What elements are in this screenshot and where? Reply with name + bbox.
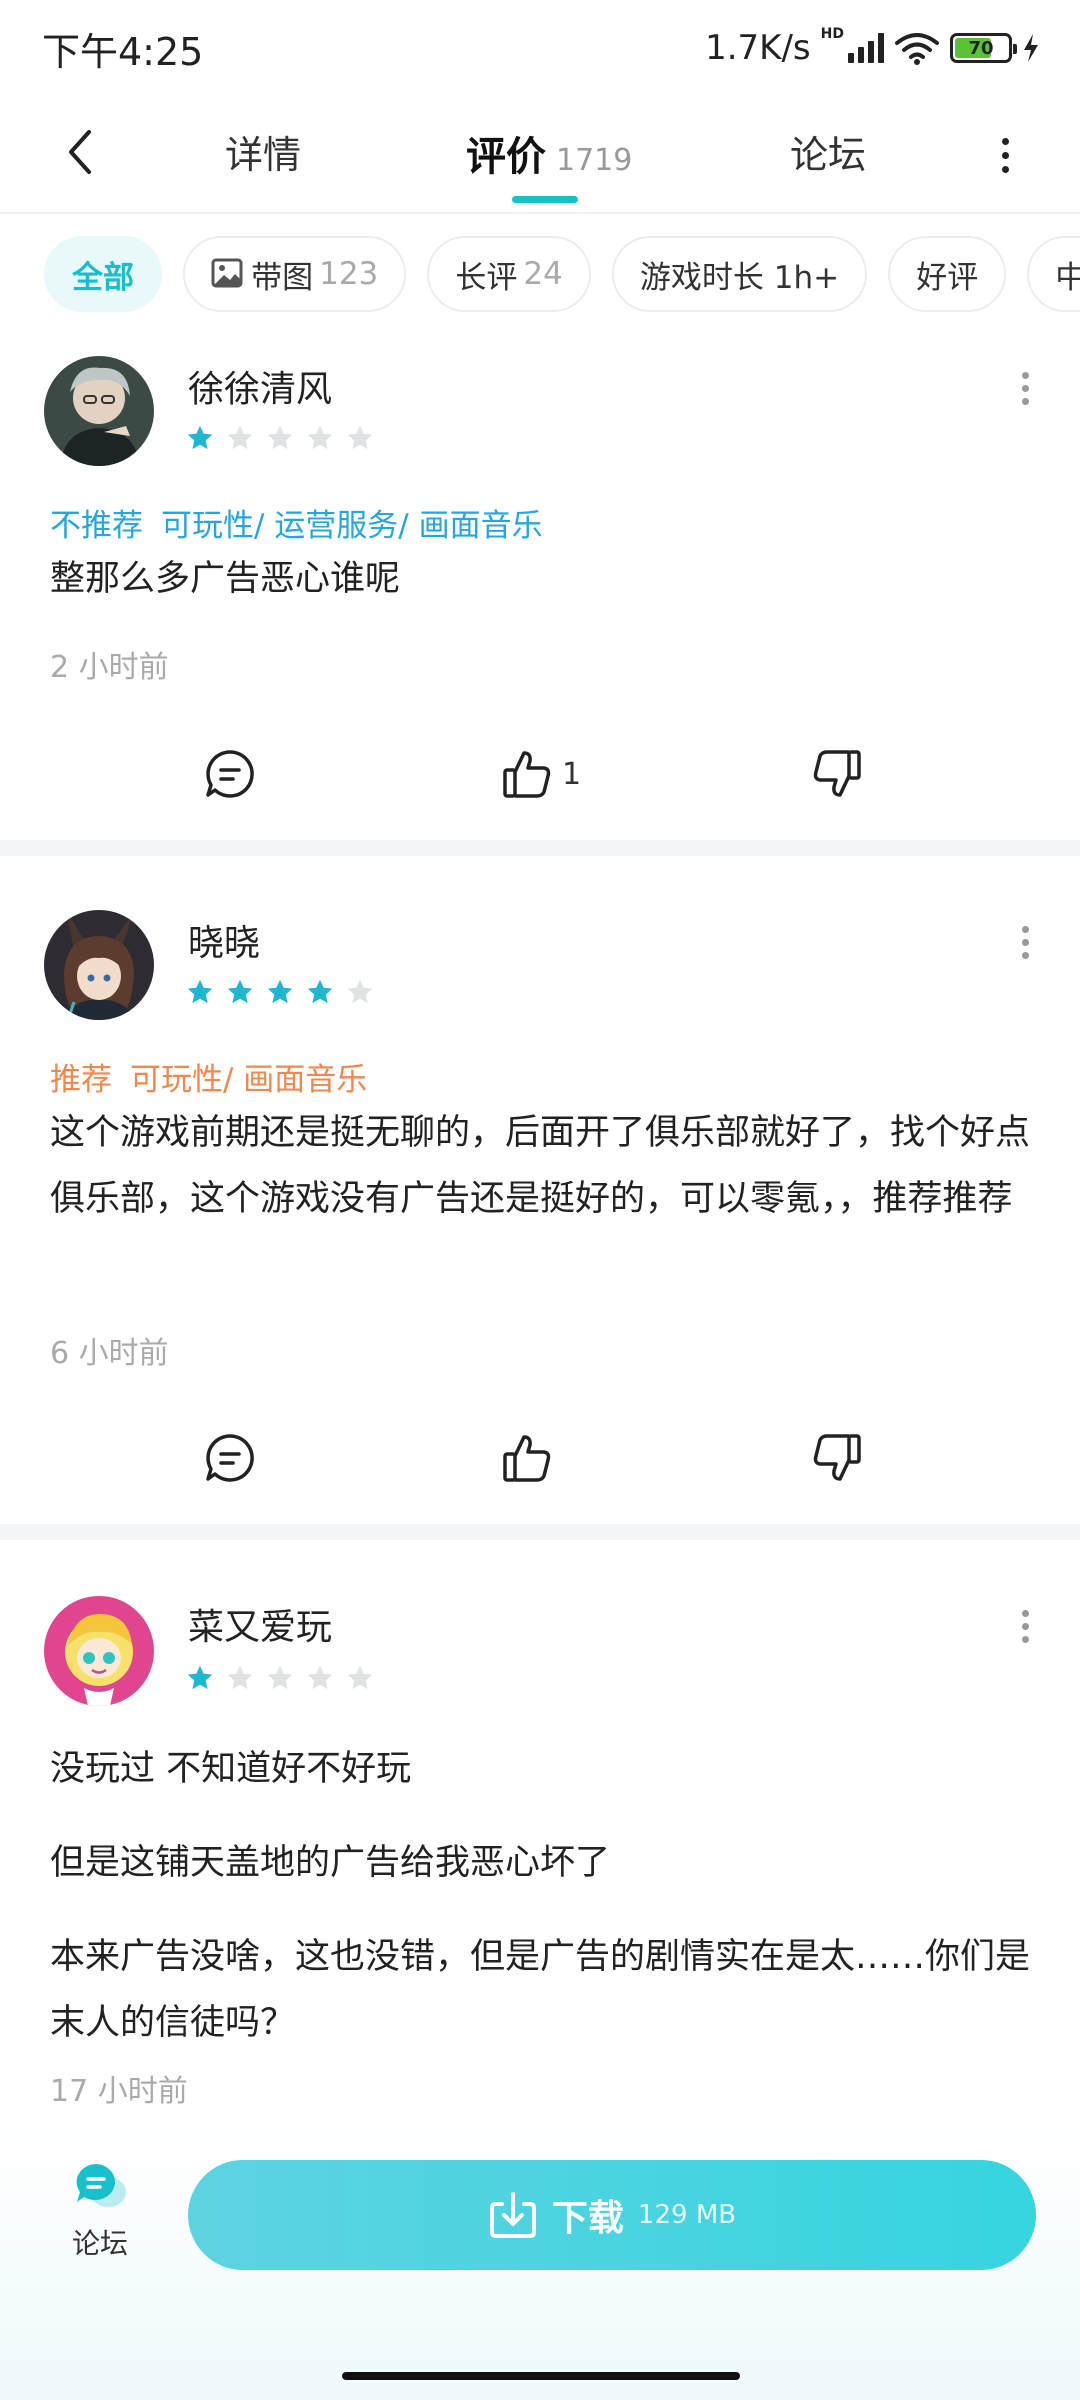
star-filled-icon	[307, 979, 333, 1004]
more-options-button[interactable]	[990, 130, 1020, 180]
review-time: 2 小时前	[50, 650, 169, 685]
wifi-icon	[895, 33, 939, 65]
thumbs-up-icon	[503, 751, 551, 798]
username[interactable]: 徐徐清风	[188, 360, 332, 412]
download-button[interactable]: 下载 129 MB	[188, 2160, 1036, 2270]
tab-reviews[interactable]: 评价 1719	[466, 124, 632, 184]
star-empty-icon	[307, 1665, 333, 1690]
forum-chat-icon	[76, 2164, 126, 2207]
back-arrow-icon	[69, 130, 91, 174]
like-button[interactable]	[500, 1428, 562, 1488]
hd-label: HD	[820, 26, 844, 42]
star-empty-icon	[347, 1665, 373, 1690]
thumbs-down-icon	[813, 1434, 861, 1481]
filter-chip-playtime[interactable]: 游戏时长 1h+	[611, 236, 868, 312]
review-card: 菜又爱玩 没玩过 不知道好不好玩 但是这铺天盖地的广告给我恶心坏了 本来广告没啥…	[0, 1540, 1080, 2130]
star-empty-icon	[227, 425, 253, 450]
download-icon	[489, 2192, 536, 2238]
dislike-button[interactable]	[810, 744, 864, 804]
aspect-tags: 可玩性/ 运营服务/ 画面音乐	[161, 508, 543, 544]
review-time: 17 小时前	[50, 2074, 188, 2109]
review-more-button[interactable]	[1022, 372, 1029, 405]
username[interactable]: 晓晓	[188, 914, 260, 966]
review-text: 这个游戏前期还是挺无聊的，后面开了俱乐部就好了，找个好点俱乐部，这个游戏没有广告…	[50, 1113, 1031, 1219]
avatar[interactable]	[44, 1596, 154, 1706]
filter-chip-with-images[interactable]: 带图 123	[183, 236, 407, 312]
tab-forum[interactable]: 论坛	[790, 124, 866, 184]
review-text: 整那么多广告恶心谁呢	[50, 559, 401, 599]
tab-reviews-label: 评价	[466, 134, 546, 180]
download-size: 129 MB	[637, 2200, 737, 2230]
star-filled-icon	[227, 979, 253, 1004]
review-actions: 1	[0, 744, 1080, 804]
star-filled-icon	[187, 425, 213, 450]
star-empty-icon	[227, 1665, 253, 1690]
divider	[0, 1524, 1080, 1540]
rating-stars	[186, 424, 374, 452]
charging-icon	[1024, 34, 1038, 62]
review-more-button[interactable]	[1022, 926, 1029, 959]
like-button[interactable]: 1	[500, 744, 581, 804]
recommend-tag: 推荐	[50, 1062, 112, 1098]
tab-details-label: 详情	[225, 133, 302, 177]
star-filled-icon	[187, 979, 213, 1004]
battery-icon: 70	[950, 33, 1017, 63]
divider	[0, 840, 1080, 856]
review-tags: 不推荐 可玩性/ 运营服务/ 画面音乐	[50, 500, 543, 545]
download-label: 下载	[551, 2198, 624, 2239]
username[interactable]: 菜又爱玩	[188, 1598, 332, 1650]
star-empty-icon	[347, 979, 373, 1004]
aspect-tags: 可玩性/ 画面音乐	[130, 1062, 368, 1098]
star-empty-icon	[267, 1665, 293, 1690]
review-more-button[interactable]	[1022, 1610, 1029, 1643]
filter-chips: 全部 带图123 长评24 游戏时长 1h+ 好评 中评	[0, 236, 1080, 314]
tab-reviews-count: 1719	[556, 143, 633, 178]
forum-button[interactable]: 论坛	[60, 2160, 140, 2262]
avatar[interactable]	[44, 356, 154, 466]
net-speed: 1.7K/s	[705, 28, 811, 68]
active-tab-indicator	[512, 196, 578, 203]
like-count: 1	[562, 756, 582, 792]
avatar[interactable]	[44, 910, 154, 1020]
filter-chip-positive[interactable]: 好评	[888, 236, 1007, 312]
review-text: 没玩过 不知道好不好玩 但是这铺天盖地的广告给我恶心坏了 本来广告没啥，这也没错…	[50, 1749, 1031, 2043]
status-time: 下午4:25	[42, 29, 204, 74]
status-icons: 1.7K/s HD 70	[705, 26, 1040, 68]
home-indicator[interactable]	[342, 2372, 740, 2380]
battery-level: 70	[968, 37, 994, 59]
top-nav: 详情 评价 1719 论坛	[0, 96, 1080, 214]
forum-label: 论坛	[71, 2227, 128, 2260]
review-actions	[0, 1428, 1080, 1488]
tab-forum-label: 论坛	[790, 133, 867, 177]
star-empty-icon	[307, 425, 333, 450]
image-icon	[211, 258, 243, 288]
filter-chip-all[interactable]: 全部	[44, 236, 162, 312]
back-button[interactable]	[52, 124, 108, 180]
star-empty-icon	[347, 425, 373, 450]
star-filled-icon	[267, 979, 293, 1004]
signal-icon	[848, 33, 884, 63]
comment-button[interactable]	[203, 744, 257, 804]
comment-icon	[206, 750, 254, 798]
comment-icon	[206, 1434, 254, 1482]
star-filled-icon	[187, 1665, 213, 1690]
star-empty-icon	[267, 425, 293, 450]
filter-chip-long-review[interactable]: 长评 24	[427, 236, 591, 312]
review-time: 6 小时前	[50, 1336, 169, 1371]
thumbs-up-icon	[503, 1435, 551, 1482]
comment-button[interactable]	[203, 1428, 257, 1488]
tab-details[interactable]: 详情	[225, 124, 301, 184]
dislike-button[interactable]	[810, 1428, 864, 1488]
status-bar: 下午4:25 1.7K/s HD 70	[0, 0, 1080, 96]
review-card: 徐徐清风 不推荐 可玩性/ 运营服务/ 画面音乐 整那么多广告恶心谁呢 2 小时…	[0, 330, 1080, 840]
bottom-action-bar: 论坛 下载 129 MB	[0, 2130, 1080, 2400]
filter-chip-neutral[interactable]: 中评	[1027, 236, 1080, 312]
rating-stars	[186, 1664, 374, 1692]
thumbs-down-icon	[813, 750, 861, 797]
review-tags: 推荐 可玩性/ 画面音乐	[50, 1054, 367, 1099]
review-card: 晓晓 推荐 可玩性/ 画面音乐 这个游戏前期还是挺无聊的，后面开了俱乐部就好了，…	[0, 856, 1080, 1524]
recommend-tag: 不推荐	[50, 508, 143, 544]
rating-stars	[186, 978, 374, 1006]
